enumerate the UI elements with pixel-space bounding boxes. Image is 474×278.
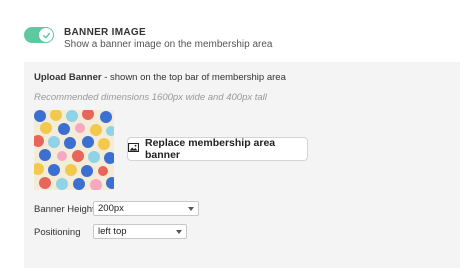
- image-icon: [128, 142, 139, 155]
- banner-image-toggle[interactable]: [24, 27, 54, 43]
- upload-banner-label: Upload Banner - shown on the top bar of …: [34, 72, 286, 83]
- replace-banner-button-label: Replace membership area banner: [145, 137, 276, 161]
- banner-settings-panel: Upload Banner - shown on the top bar of …: [24, 62, 460, 268]
- setting-description: Show a banner image on the membership ar…: [64, 39, 273, 50]
- chevron-down-icon: [176, 230, 182, 234]
- upload-banner-label-bold: Upload Banner: [34, 72, 102, 83]
- positioning-value: left top: [98, 226, 127, 237]
- banner-height-label: Banner Height: [34, 204, 95, 215]
- positioning-select[interactable]: left top: [93, 224, 187, 239]
- chevron-down-icon: [188, 207, 194, 211]
- positioning-label: Positioning: [34, 227, 81, 238]
- setting-title: BANNER IMAGE: [64, 27, 146, 38]
- banner-height-select[interactable]: 200px: [93, 201, 199, 216]
- banner-thumbnail: [34, 110, 114, 190]
- dimensions-hint: Recommended dimensions 1600px wide and 4…: [34, 92, 267, 103]
- banner-height-value: 200px: [98, 203, 124, 214]
- replace-banner-button[interactable]: Replace membership area banner: [127, 137, 308, 161]
- upload-banner-label-rest: - shown on the top bar of membership are…: [101, 72, 286, 83]
- check-icon: [39, 28, 53, 42]
